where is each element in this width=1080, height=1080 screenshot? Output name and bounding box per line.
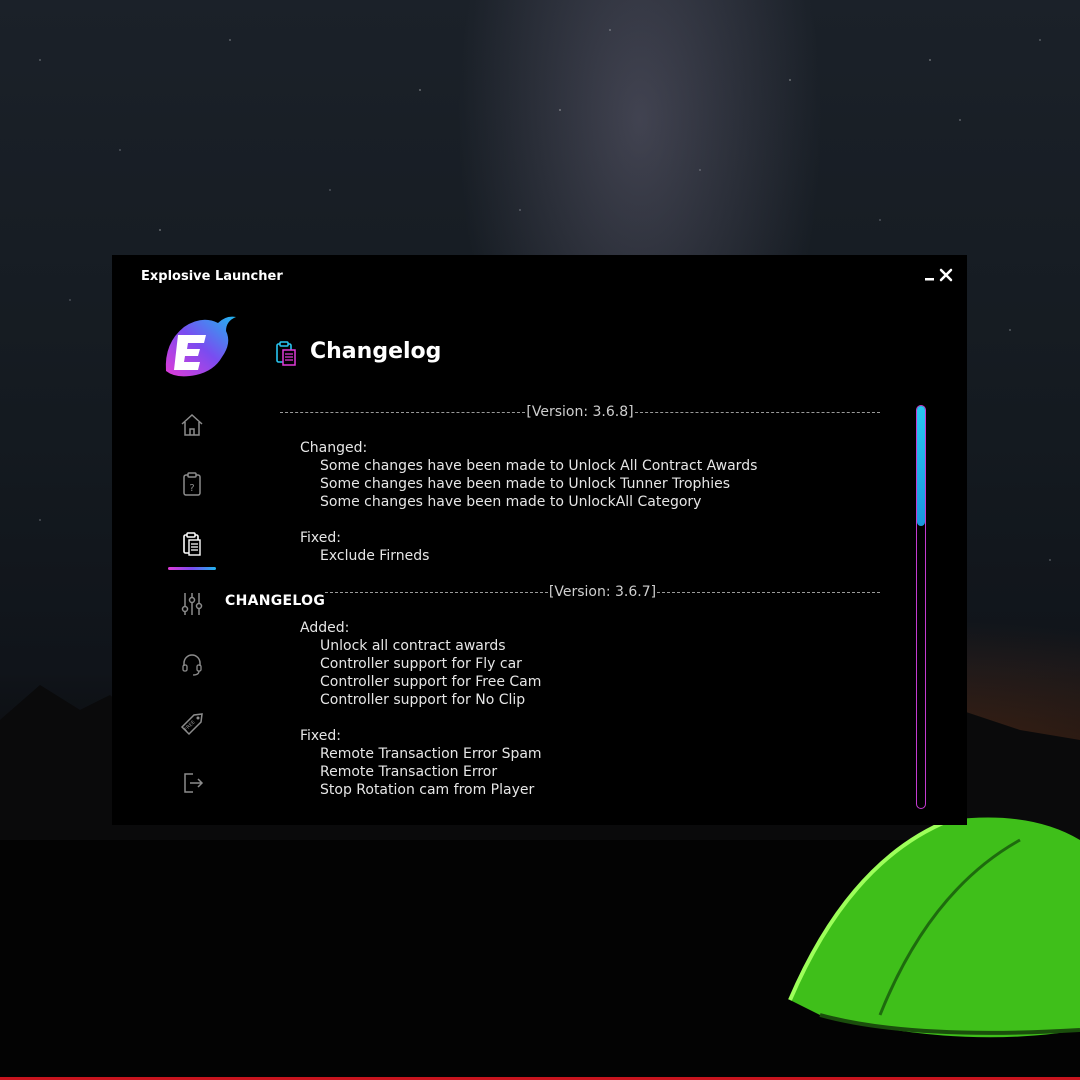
page-title: Changelog <box>310 339 442 364</box>
changelog-icon <box>183 532 201 556</box>
nav-free[interactable]: FREE <box>168 703 216 743</box>
changelog-content: [Version: 3.6.8] Changed: Some changes h… <box>280 403 880 808</box>
list-item: Stop Rotation cam from Player <box>320 782 535 798</box>
changelog-section: Changed: Some changes have been made to … <box>280 439 880 565</box>
nav-faq[interactable]: ? <box>168 464 216 504</box>
nav-changelog[interactable] <box>168 524 216 564</box>
list-item: Controller support for Free Cam <box>320 674 542 690</box>
list-item: Some changes have been made to Unlock Tu… <box>320 476 731 492</box>
changelog-header-icon <box>276 341 296 366</box>
version-label: [Version: 3.6.8] <box>526 404 634 420</box>
version-divider: [Version: 3.6.7] <box>280 583 880 601</box>
launcher-window: Explosive Launcher ? CHANGELOG FREE Chan… <box>112 255 967 825</box>
list-item: Controller support for No Clip <box>320 692 526 708</box>
app-logo <box>165 316 236 377</box>
active-nav-indicator <box>168 567 216 570</box>
list-item: Controller support for Fly car <box>320 656 522 672</box>
minimize-icon[interactable] <box>922 267 938 283</box>
nav-home[interactable] <box>168 405 216 445</box>
section-heading: Fixed: <box>300 728 341 744</box>
nav-support[interactable] <box>168 644 216 684</box>
window-title: Explosive Launcher <box>141 269 283 284</box>
version-divider: [Version: 3.6.8] <box>280 403 880 421</box>
free-tag-text: FREE <box>183 719 196 732</box>
exit-icon <box>184 773 204 793</box>
close-icon[interactable] <box>938 267 954 283</box>
list-item: Some changes have been made to UnlockAll… <box>320 494 702 510</box>
scrollbar-thumb[interactable] <box>917 406 925 526</box>
list-item: Unlock all contract awards <box>320 638 506 654</box>
changelog-section: Added: Unlock all contract awards Contro… <box>280 619 880 799</box>
section-heading: Added: <box>300 620 350 636</box>
list-item: Exclude Firneds <box>320 548 430 564</box>
list-item: Remote Transaction Error Spam <box>320 746 542 762</box>
list-item: Remote Transaction Error <box>320 764 498 780</box>
clipboard-question-icon: ? <box>183 472 201 496</box>
home-icon <box>181 413 203 436</box>
headset-icon <box>182 654 202 676</box>
list-item: Some changes have been made to Unlock Al… <box>320 458 758 474</box>
section-heading: Changed: <box>300 440 368 456</box>
nav-exit[interactable] <box>168 763 216 803</box>
nav-settings[interactable] <box>168 584 216 624</box>
version-label: [Version: 3.6.7] <box>548 584 657 600</box>
sliders-icon <box>181 593 203 615</box>
green-tent <box>788 817 1080 1038</box>
free-tag-icon: FREE <box>180 713 203 736</box>
svg-text:?: ? <box>189 483 194 494</box>
section-heading: Fixed: <box>300 530 341 546</box>
